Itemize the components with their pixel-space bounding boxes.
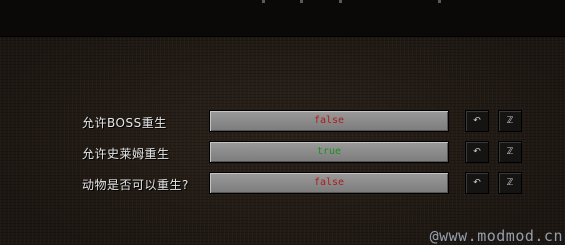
undo-icon[interactable]: ↶ bbox=[465, 110, 489, 132]
watermark: @www.modmod.cn bbox=[429, 227, 563, 245]
undo-icon[interactable]: ↶ bbox=[465, 141, 489, 163]
slime-respawn-toggle-button[interactable]: true bbox=[209, 141, 449, 163]
reset-icon[interactable]: ℤ bbox=[498, 141, 522, 163]
setting-row-slime-respawn: 允许史莱姆重生 true ↶ ℤ bbox=[0, 141, 565, 165]
reset-icon[interactable]: ℤ bbox=[498, 172, 522, 194]
setting-label: 允许史莱姆重生 bbox=[82, 147, 170, 161]
undo-icon[interactable]: ↶ bbox=[465, 172, 489, 194]
setting-row-animal-respawn: 动物是否可以重生? false ↶ ℤ bbox=[0, 172, 565, 196]
top-bar-marks bbox=[262, 0, 442, 4]
reset-icon[interactable]: ℤ bbox=[498, 110, 522, 132]
setting-label: 动物是否可以重生? bbox=[82, 178, 189, 192]
animal-respawn-toggle-button[interactable]: false bbox=[209, 172, 449, 194]
setting-label: 允许BOSS重生 bbox=[82, 116, 167, 130]
boss-respawn-toggle-button[interactable]: false bbox=[209, 110, 449, 132]
top-bar bbox=[0, 0, 565, 37]
setting-row-boss-respawn: 允许BOSS重生 false ↶ ℤ bbox=[0, 110, 565, 134]
